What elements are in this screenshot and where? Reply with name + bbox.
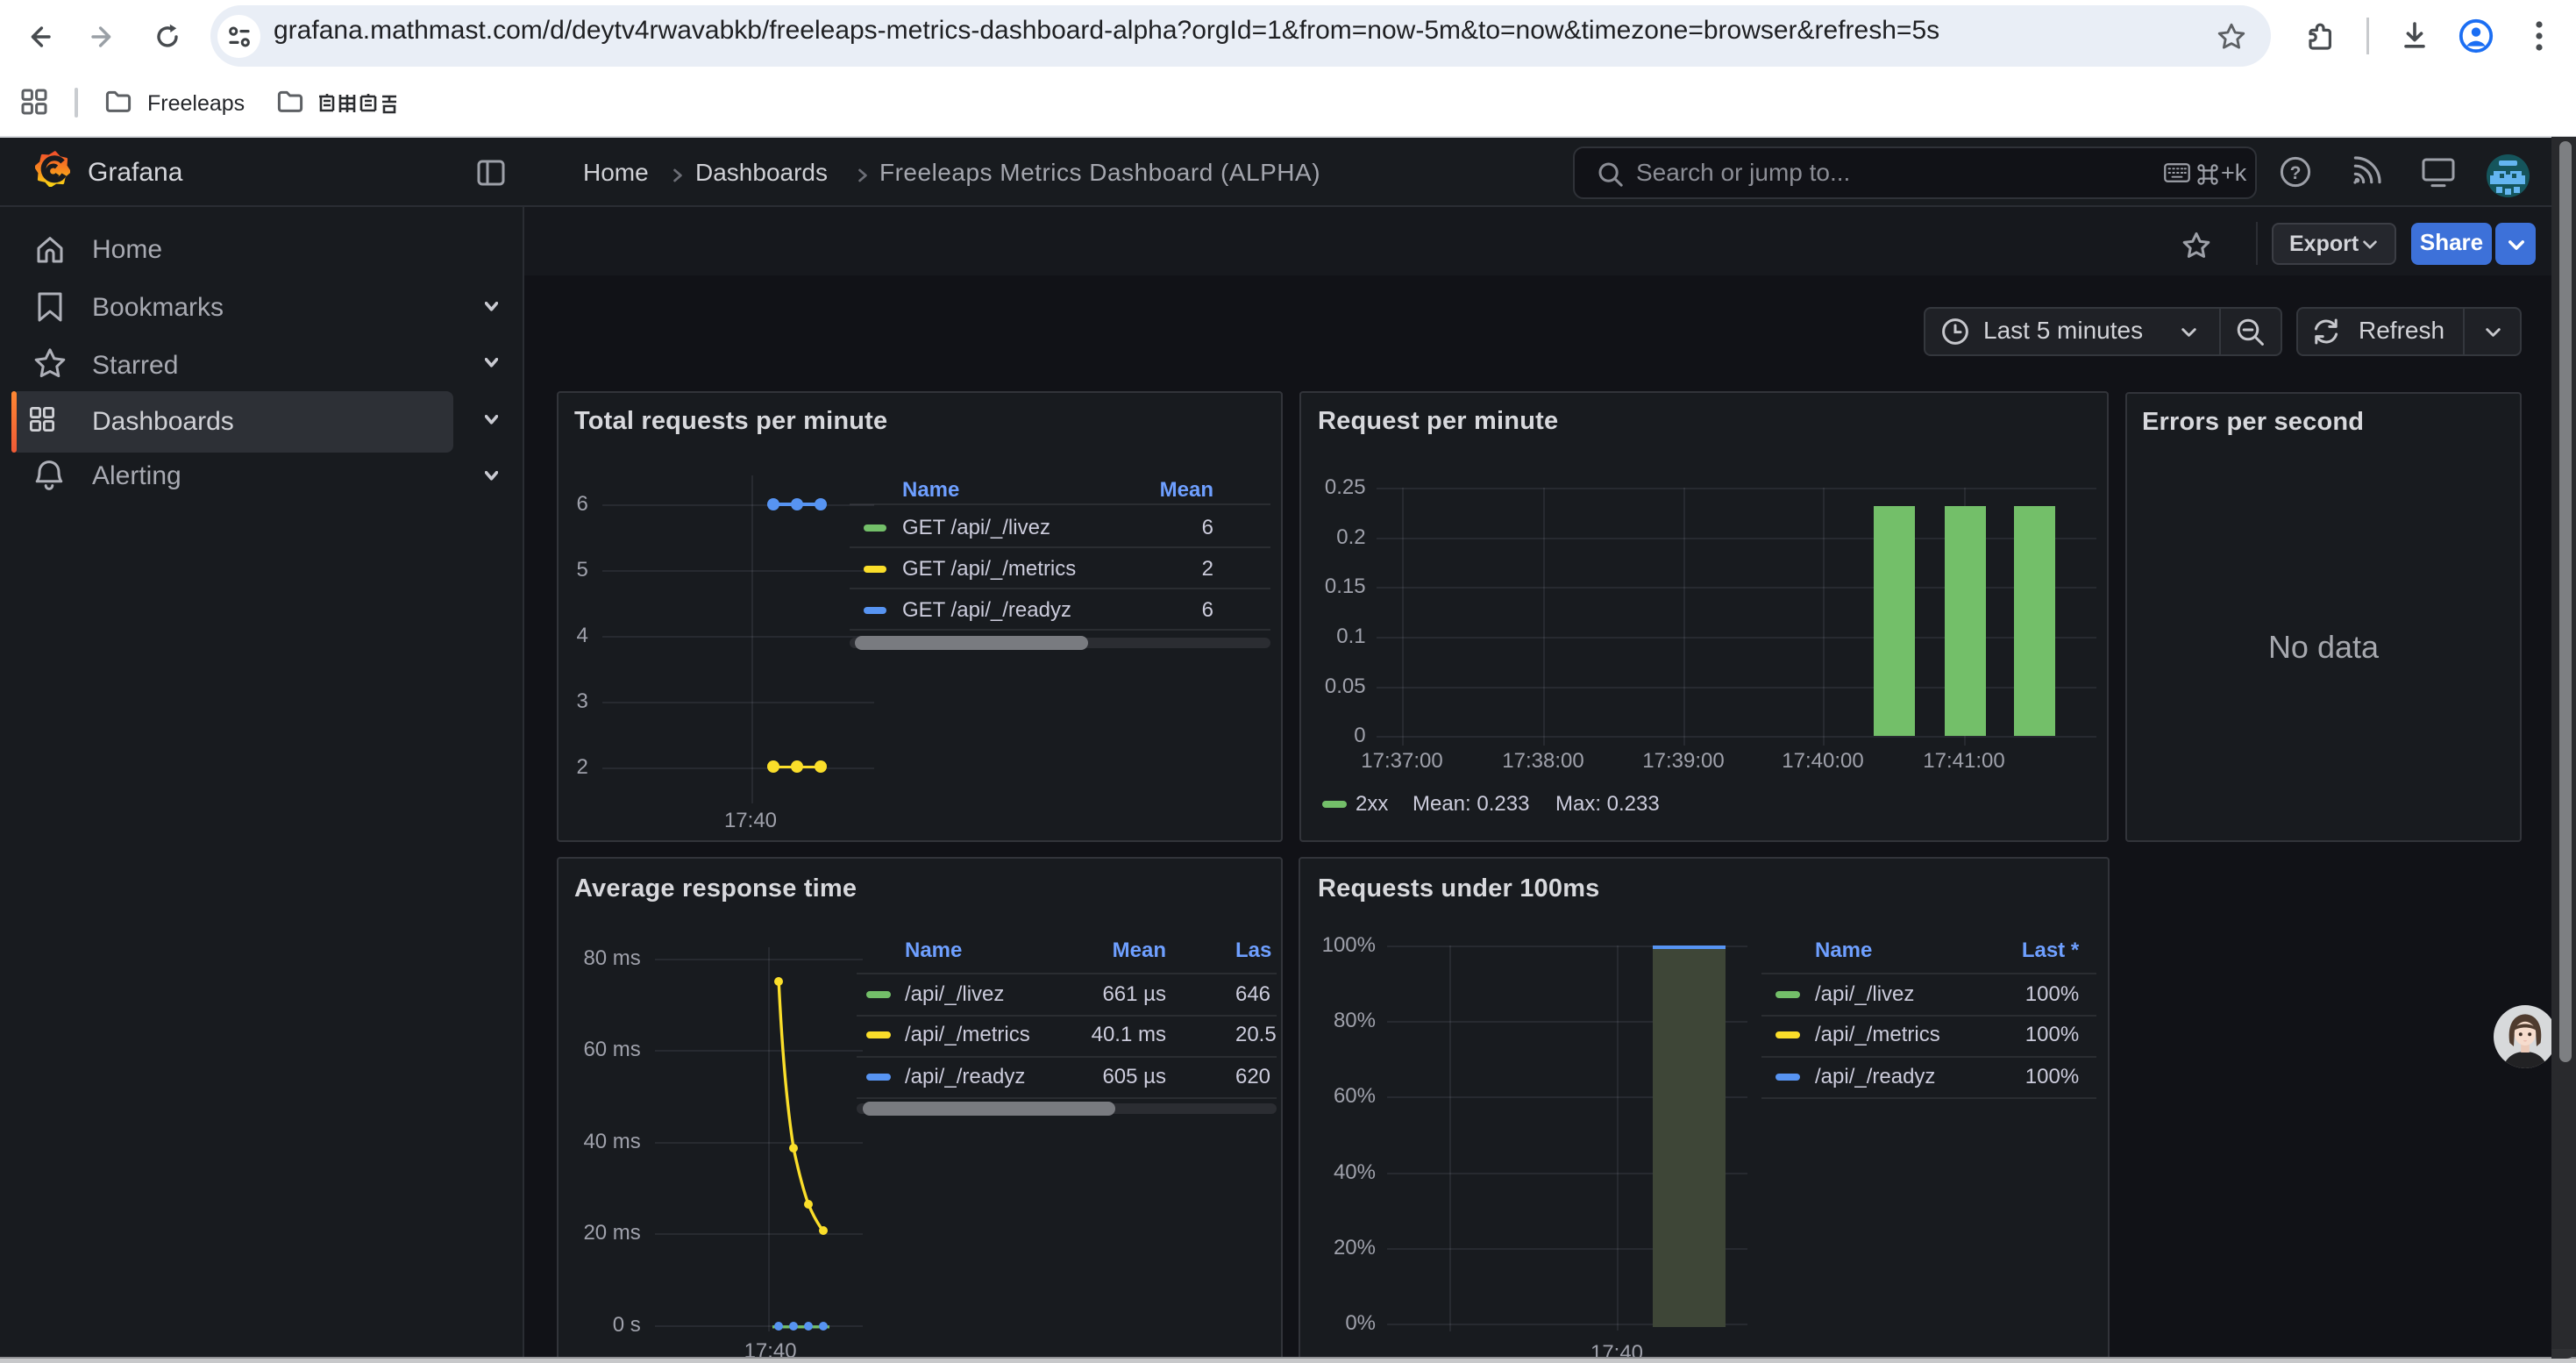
svg-text:?: ? (2290, 163, 2302, 183)
